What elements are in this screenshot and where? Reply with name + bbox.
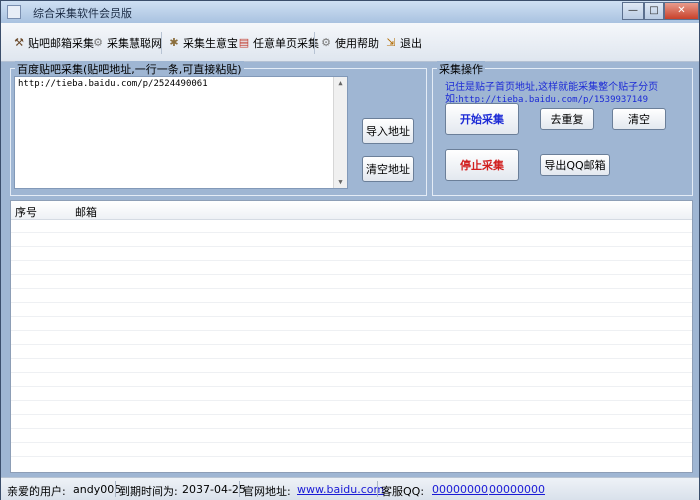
- user-value: andy005: [73, 483, 122, 496]
- grid-line: [11, 414, 692, 415]
- stop-collect-button[interactable]: 停止采集: [445, 149, 519, 181]
- grid-line: [11, 456, 692, 457]
- column-header-index[interactable]: 序号: [15, 204, 37, 220]
- toolbar-separator: [314, 32, 315, 54]
- grid-line: [11, 428, 692, 429]
- export-qq-email-button[interactable]: 导出QQ邮箱: [540, 154, 610, 176]
- qq-link-2[interactable]: 00000000: [489, 483, 545, 496]
- site-link[interactable]: www.baidu.com: [297, 483, 384, 496]
- close-button[interactable]: ✕: [664, 2, 699, 20]
- scroll-up-icon[interactable]: ▲: [334, 77, 347, 89]
- toolbar-shengyibao-button[interactable]: ✱ 采集生意宝: [167, 35, 238, 51]
- toolbar-label: 退出: [400, 37, 422, 50]
- toolbar-label: 采集生意宝: [183, 37, 238, 50]
- dedupe-button[interactable]: 去重复: [540, 108, 594, 130]
- grid-line: [11, 316, 692, 317]
- toolbar: ⚒ 贴吧邮箱采集 ⚙ 采集慧聪网 ✱ 采集生意宝 ▤ 任意单页采集 ⚙ 使用帮助…: [1, 23, 699, 62]
- toolbar-huicong-button[interactable]: ⚙ 采集慧聪网: [91, 35, 162, 51]
- flag-icon: ▤: [238, 36, 250, 49]
- grid-line: [11, 400, 692, 401]
- status-separator: [377, 481, 378, 497]
- grid-line: [11, 260, 692, 261]
- import-address-button[interactable]: 导入地址: [362, 118, 414, 144]
- textarea-scrollbar[interactable]: ▲ ▼: [333, 77, 347, 188]
- grid-line: [11, 232, 692, 233]
- gear-icon: ⚙: [321, 36, 331, 49]
- grid-line: [11, 288, 692, 289]
- toolbar-tieba-email-button[interactable]: ⚒ 贴吧邮箱采集: [12, 35, 94, 51]
- grid-line: [11, 442, 692, 443]
- expire-value: 2037-04-25: [182, 483, 246, 496]
- scroll-down-icon[interactable]: ▼: [334, 176, 347, 188]
- clear-button[interactable]: 清空: [612, 108, 666, 130]
- collect-group-label: 采集操作: [437, 61, 485, 77]
- column-header-email[interactable]: 邮箱: [75, 204, 97, 220]
- grid-line: [11, 302, 692, 303]
- toolbar-label: 采集慧聪网: [107, 37, 162, 50]
- clear-address-button[interactable]: 清空地址: [362, 156, 414, 182]
- toolbar-separator: [161, 32, 162, 54]
- grid-line: [11, 386, 692, 387]
- address-textarea[interactable]: http://tieba.baidu.com/p/2524490061 ▲ ▼: [14, 76, 348, 189]
- grid-line: [11, 344, 692, 345]
- hammer-icon: ⚒: [14, 36, 24, 49]
- grid-line: [11, 246, 692, 247]
- toolbar-label: 任意单页采集: [253, 37, 319, 50]
- qq-label: 客服QQ:: [381, 485, 425, 498]
- maximize-button[interactable]: □: [644, 2, 664, 20]
- tools-icon: ✱: [169, 36, 179, 49]
- gear-icon: ⚙: [93, 36, 103, 49]
- grid-line: [11, 372, 692, 373]
- grid-line: [11, 358, 692, 359]
- status-bar: 亲爱的用户: andy005 到期时间为: 2037-04-25 官网地址: w…: [1, 477, 699, 500]
- window-title: 综合采集软件会员版: [33, 7, 132, 20]
- grid-line: [11, 274, 692, 275]
- title-bar[interactable]: 综合采集软件会员版 — □ ✕: [1, 1, 699, 23]
- start-collect-button[interactable]: 开始采集: [445, 103, 519, 135]
- toolbar-single-page-button[interactable]: ▤ 任意单页采集: [237, 35, 319, 51]
- main-window: 综合采集软件会员版 — □ ✕ ⚒ 贴吧邮箱采集 ⚙ 采集慧聪网 ✱ 采集生意宝…: [0, 0, 700, 500]
- list-header: 序号 邮箱: [11, 201, 692, 220]
- expire-label: 到期时间为:: [119, 485, 178, 498]
- exit-icon: ⇲: [386, 36, 396, 49]
- toolbar-help-button[interactable]: ⚙ 使用帮助: [319, 35, 379, 51]
- toolbar-label: 贴吧邮箱采集: [28, 37, 94, 50]
- address-text: http://tieba.baidu.com/p/2524490061: [18, 79, 208, 89]
- toolbar-exit-button[interactable]: ⇲ 退出: [384, 35, 422, 51]
- grid-line: [11, 330, 692, 331]
- email-list[interactable]: 序号 邮箱: [10, 200, 693, 473]
- tieba-group-label: 百度贴吧采集(贴吧地址,一行一条,可直接粘贴): [15, 61, 244, 77]
- user-label: 亲爱的用户:: [7, 485, 66, 498]
- status-separator: [239, 481, 240, 497]
- qq-link-1[interactable]: 00000000: [432, 483, 488, 496]
- status-separator: [115, 481, 116, 497]
- site-label: 官网地址:: [243, 485, 291, 498]
- minimize-button[interactable]: —: [622, 2, 644, 20]
- toolbar-label: 使用帮助: [335, 37, 379, 50]
- app-icon: [7, 5, 21, 19]
